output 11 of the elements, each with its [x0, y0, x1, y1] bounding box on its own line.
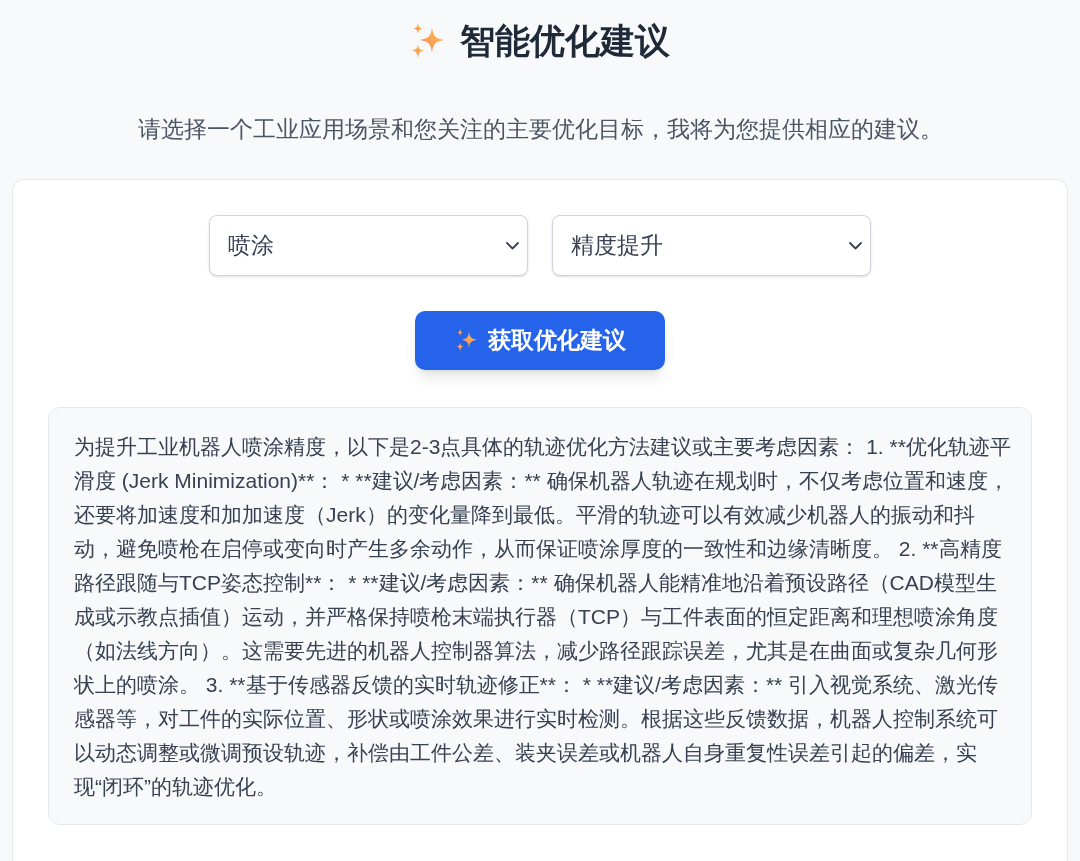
chevron-down-icon: [506, 241, 519, 250]
dropdown-select[interactable]: 喷涂: [209, 215, 528, 276]
page-title: 智能优化建议: [460, 20, 670, 62]
get-suggestions-button[interactable]: 获取优化建议: [415, 311, 665, 370]
dropdown-value: 喷涂: [228, 231, 274, 261]
dropdown-value: 精度提升: [571, 231, 663, 261]
chevron-down-icon: [849, 241, 862, 250]
dropdown-select[interactable]: 精度提升: [552, 215, 871, 276]
sparkles-icon: [454, 329, 478, 352]
page-subtitle: 请选择一个工业应用场景和您关注的主要优化目标，我将为您提供相应的建议。: [136, 115, 944, 144]
result-text: 为提升工业机器人喷涂精度，以下是2-3点具体的轨迹优化方法建议或主要考虑因素： 1. **优化轨迹平滑度 (Jerk Minimization)**： * **建议/考虑因素：** 确保机器人轨迹在规划时，不仅考虑位置和速度，还要将加速度和加加速度（Jerk）的变化量降到最低。平滑的轨迹可以有效减少机器人的振动和抖动，避免喷枪在启停或变向时产生多余动作，从而保证喷涂厚度的一致性和边缘清晰度。 2. **高精度路径跟随与TCP姿态控制**： * **建议/考虑因素：** 确保机器人能精准地沿着预设路径（CAD模型生成或示教点插值）运动，并严格保持喷枪末端执行器（TCP）与工件表面的恒定距离和理想喷涂角度（如法线方向）。这需要先进的机器人控制器算法，减少路径跟踪误差，尤其是在曲面或复杂几何形状上的喷涂。 3. **基于传感器反馈的实时轨迹修正**： * **建议/考虑因素：** 引入视觉系统、激光传感器等，对工件的实际位置、形状或喷涂效果进行实时检测。根据这些反馈数据，机器人控制系统可以动态调整或微调预设轨迹，补偿由工件公差、装夹误差或机器人自身重复性误差引起的偏差，实现“闭环”的轨迹优化。: [74, 434, 1012, 800]
